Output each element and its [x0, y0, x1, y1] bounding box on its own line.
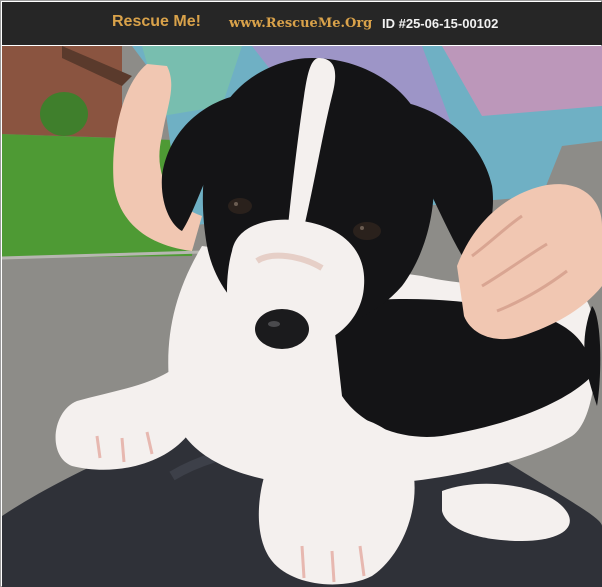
header-bar: Rescue Me! www.RescueMe.Org ID #25-06-15… — [2, 2, 602, 45]
puppy-right-eye — [353, 222, 381, 240]
puppy-photo-illustration — [2, 46, 602, 587]
nose-highlight — [268, 321, 280, 327]
shrub — [40, 92, 88, 136]
puppy-nose — [255, 309, 309, 349]
left-eye-glint — [234, 202, 238, 206]
site-url[interactable]: www.RescueMe.Org — [229, 16, 372, 31]
pet-id: ID #25-06-15-00102 — [382, 16, 499, 31]
right-eye-glint — [360, 226, 364, 230]
listing-frame: Rescue Me! www.RescueMe.Org ID #25-06-15… — [0, 0, 602, 587]
brand-logo-text[interactable]: Rescue Me! — [112, 13, 201, 31]
pet-photo — [2, 46, 602, 587]
puppy-left-eye — [228, 198, 252, 214]
